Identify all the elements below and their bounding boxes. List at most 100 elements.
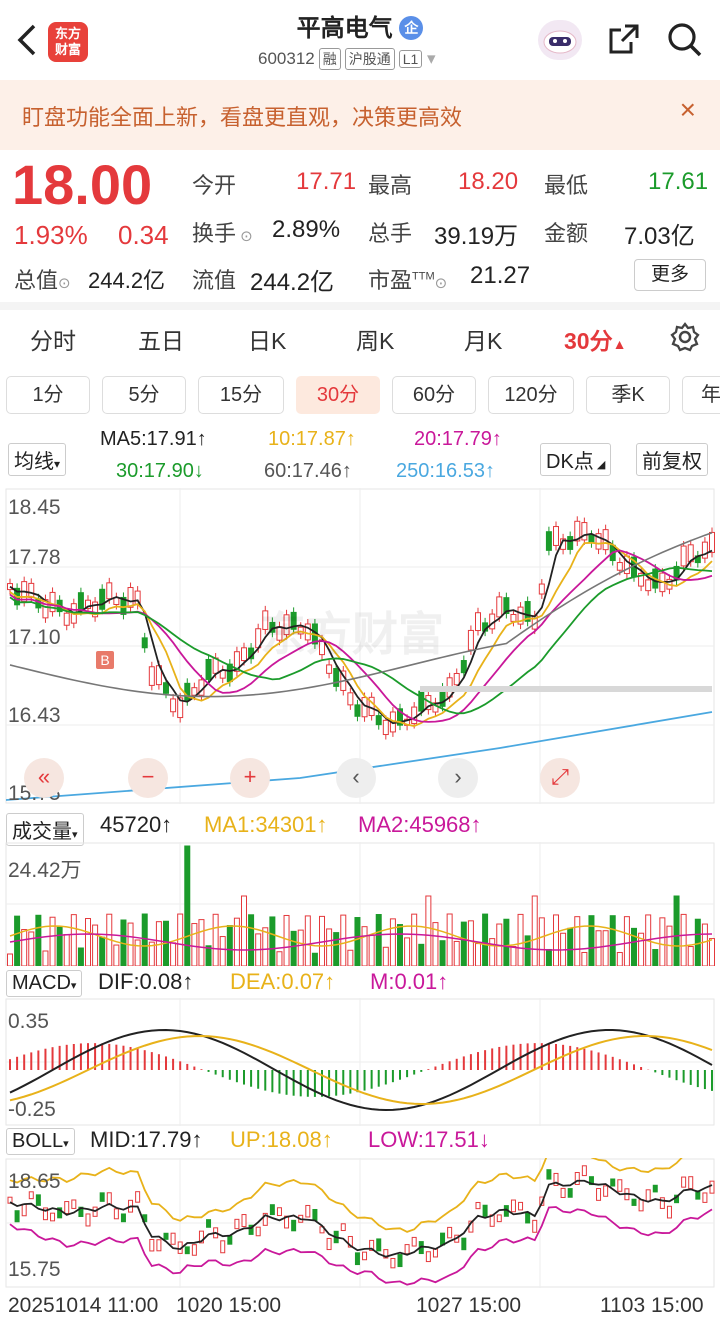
info-icon[interactable]: ⊙	[435, 275, 448, 292]
volume-axis-label: 24.42万	[8, 859, 82, 882]
boll-candle	[631, 1198, 637, 1206]
subtab-yearly[interactable]: 年	[682, 376, 720, 414]
volume-bar	[276, 951, 283, 967]
volume-bar	[21, 929, 28, 967]
subtab-120min[interactable]: 120分	[488, 376, 574, 414]
ma250-value: 250:16.53↑	[396, 460, 495, 482]
subtab-1min[interactable]: 1分	[6, 376, 90, 414]
tab-30min[interactable]: 30分▲	[564, 322, 626, 356]
subtab-60min[interactable]: 60分	[392, 376, 476, 414]
volume-bar	[467, 920, 474, 967]
macd-selector[interactable]: MACD▾	[6, 970, 83, 997]
boll-candle	[21, 1203, 27, 1217]
volume-bar	[602, 930, 609, 967]
stock-code-row: 600312 融沪股通 L1 ▾	[258, 48, 436, 70]
candle	[680, 545, 687, 567]
volume-bar	[361, 926, 368, 967]
boll-candle	[312, 1208, 318, 1221]
boll-candle	[432, 1248, 438, 1258]
dk-point-button[interactable]: DK点 ◢	[540, 443, 612, 476]
buy-marker[interactable]: B	[96, 651, 114, 669]
mktcap-label: 总值⊙	[14, 268, 71, 293]
subtab-15min[interactable]: 15分	[198, 376, 284, 414]
candle	[510, 613, 517, 622]
high-label: 最高	[368, 173, 413, 198]
gear-icon[interactable]	[670, 322, 700, 352]
zoom-out-icon[interactable]: −	[128, 758, 168, 798]
volume-bar	[35, 914, 42, 967]
scroll-left-icon[interactable]: ‹	[336, 758, 376, 798]
fullscreen-icon[interactable]: ⤢	[540, 758, 580, 798]
boll-candle	[227, 1235, 233, 1245]
adjust-button[interactable]: 前复权	[636, 443, 708, 476]
candle	[475, 612, 481, 632]
boll-chart[interactable]: 18.65 15.75	[0, 1148, 720, 1288]
volume-bar	[631, 927, 637, 967]
volume-bar	[680, 913, 687, 967]
subtab-30min[interactable]: 30分	[296, 376, 380, 414]
candle	[148, 666, 155, 686]
tag-level: L1	[398, 50, 423, 68]
boll-candle	[206, 1219, 212, 1228]
boll-candle	[475, 1201, 481, 1210]
ma-selector[interactable]: 均线▾	[8, 443, 67, 476]
stock-code: 600312	[258, 49, 315, 68]
candle	[326, 664, 333, 674]
scroll-right-icon[interactable]: ›	[438, 758, 478, 798]
ma10-value: 10:17.87↑	[268, 428, 356, 450]
info-icon[interactable]: ⊙	[58, 275, 71, 292]
open-label: 今开	[192, 173, 237, 198]
boll-candle	[113, 1208, 119, 1220]
dropdown-caret-icon[interactable]: ▾	[427, 49, 436, 68]
boll-candle	[510, 1199, 516, 1213]
kline-chart[interactable]: 18.45 17.78 17.10 16.43 15.75 东方财富 « − +…	[0, 488, 720, 805]
volume-bar	[226, 925, 233, 967]
boll-candle	[666, 1205, 672, 1219]
boll-candle	[681, 1176, 687, 1188]
candle	[170, 698, 177, 713]
chevron-left-icon[interactable]	[12, 22, 42, 58]
boll-candle	[241, 1214, 247, 1228]
boll-candle	[688, 1176, 694, 1190]
subtab-5min[interactable]: 5分	[102, 376, 186, 414]
volume-chart[interactable]: 24.42万	[0, 842, 720, 967]
boll-selector[interactable]: BOLL▾	[6, 1128, 75, 1155]
volume-bar	[517, 913, 524, 967]
boll-svg	[5, 1148, 715, 1288]
boll-candle	[191, 1244, 197, 1256]
boll-candle	[617, 1179, 623, 1192]
tab-intraday[interactable]: 分时	[30, 322, 76, 356]
more-button[interactable]: 更多	[634, 259, 706, 291]
volume-bar	[340, 914, 347, 967]
search-icon[interactable]	[665, 20, 705, 60]
macd-chart[interactable]: 0.35 -0.25	[0, 998, 720, 1126]
zoom-in-icon[interactable]: +	[230, 758, 270, 798]
tab-five-day[interactable]: 五日	[138, 322, 184, 356]
volume-bar	[553, 914, 559, 967]
scroll-left-fast-icon[interactable]: «	[24, 758, 64, 798]
candle	[241, 647, 247, 662]
volume-label: 总手	[368, 221, 413, 246]
promo-banner[interactable]: 盯盘功能全面上新，看盘更直观，决策更高效 ×	[0, 80, 720, 150]
float-value: 244.2亿	[250, 269, 335, 296]
close-icon[interactable]: ×	[680, 94, 696, 126]
watermark: 东方财富	[260, 608, 444, 660]
volume-bar	[609, 915, 616, 967]
enterprise-badge: 企	[399, 16, 424, 40]
avatar[interactable]	[538, 20, 582, 60]
change-pct: 1.93%	[14, 220, 88, 250]
subtab-quarterly[interactable]: 季K	[586, 376, 670, 414]
volume-bar	[489, 938, 496, 967]
boll-candle	[645, 1189, 651, 1202]
tab-daily[interactable]: 日K	[248, 322, 286, 356]
candle	[588, 534, 595, 544]
boll-up: UP:18.08↑	[230, 1127, 333, 1152]
volume-bar	[326, 928, 333, 967]
volume-bar	[333, 932, 340, 967]
tab-monthly[interactable]: 月K	[464, 322, 502, 356]
share-icon[interactable]	[605, 20, 643, 58]
tab-weekly[interactable]: 周K	[356, 322, 394, 356]
candle	[184, 682, 191, 702]
low-label: 最低	[544, 173, 589, 198]
info-icon[interactable]: ⊙	[236, 228, 253, 245]
